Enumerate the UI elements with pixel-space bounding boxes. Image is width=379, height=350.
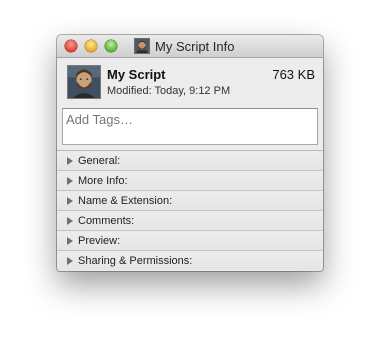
- section-comments[interactable]: Comments:: [57, 210, 323, 230]
- file-icon[interactable]: [67, 65, 101, 99]
- section-label: More Info:: [78, 174, 128, 187]
- window-title-group: My Script Info: [134, 38, 234, 54]
- disclosure-triangle-icon[interactable]: [67, 156, 73, 165]
- disclosure-triangle-icon[interactable]: [67, 196, 73, 205]
- zoom-button[interactable]: [105, 40, 117, 52]
- section-label: Sharing & Permissions:: [78, 254, 193, 267]
- section-name-extension[interactable]: Name & Extension:: [57, 190, 323, 210]
- file-size: 763 KB: [272, 67, 315, 82]
- section-preview[interactable]: Preview:: [57, 230, 323, 250]
- disclosure-triangle-icon[interactable]: [67, 256, 73, 265]
- section-more-info[interactable]: More Info:: [57, 170, 323, 190]
- modified-date: Modified: Today, 9:12 PM: [107, 85, 231, 97]
- section-label: Comments:: [78, 214, 135, 227]
- tags-field[interactable]: [62, 108, 318, 145]
- section-general[interactable]: General:: [57, 150, 323, 170]
- section-label: Preview:: [78, 234, 121, 247]
- minimize-button[interactable]: [85, 40, 97, 52]
- title-bar[interactable]: My Script Info: [57, 35, 323, 58]
- section-label: Name & Extension:: [78, 194, 173, 207]
- disclosure-triangle-icon[interactable]: [67, 176, 73, 185]
- file-name: My Script: [107, 67, 166, 82]
- user-portrait-icon: [134, 38, 150, 54]
- file-header: My Script Modified: Today, 9:12 PM 763 K…: [57, 58, 323, 106]
- window-title: My Script Info: [155, 38, 235, 54]
- section-sharing-permissions[interactable]: Sharing & Permissions:: [57, 250, 323, 270]
- info-sections: General: More Info: Name & Extension: Co…: [57, 150, 323, 270]
- disclosure-triangle-icon[interactable]: [67, 236, 73, 245]
- section-label: General:: [78, 154, 121, 167]
- disclosure-triangle-icon[interactable]: [67, 216, 73, 225]
- close-button[interactable]: [65, 40, 77, 52]
- get-info-window: My Script Info My Script Modified: Today…: [57, 35, 323, 271]
